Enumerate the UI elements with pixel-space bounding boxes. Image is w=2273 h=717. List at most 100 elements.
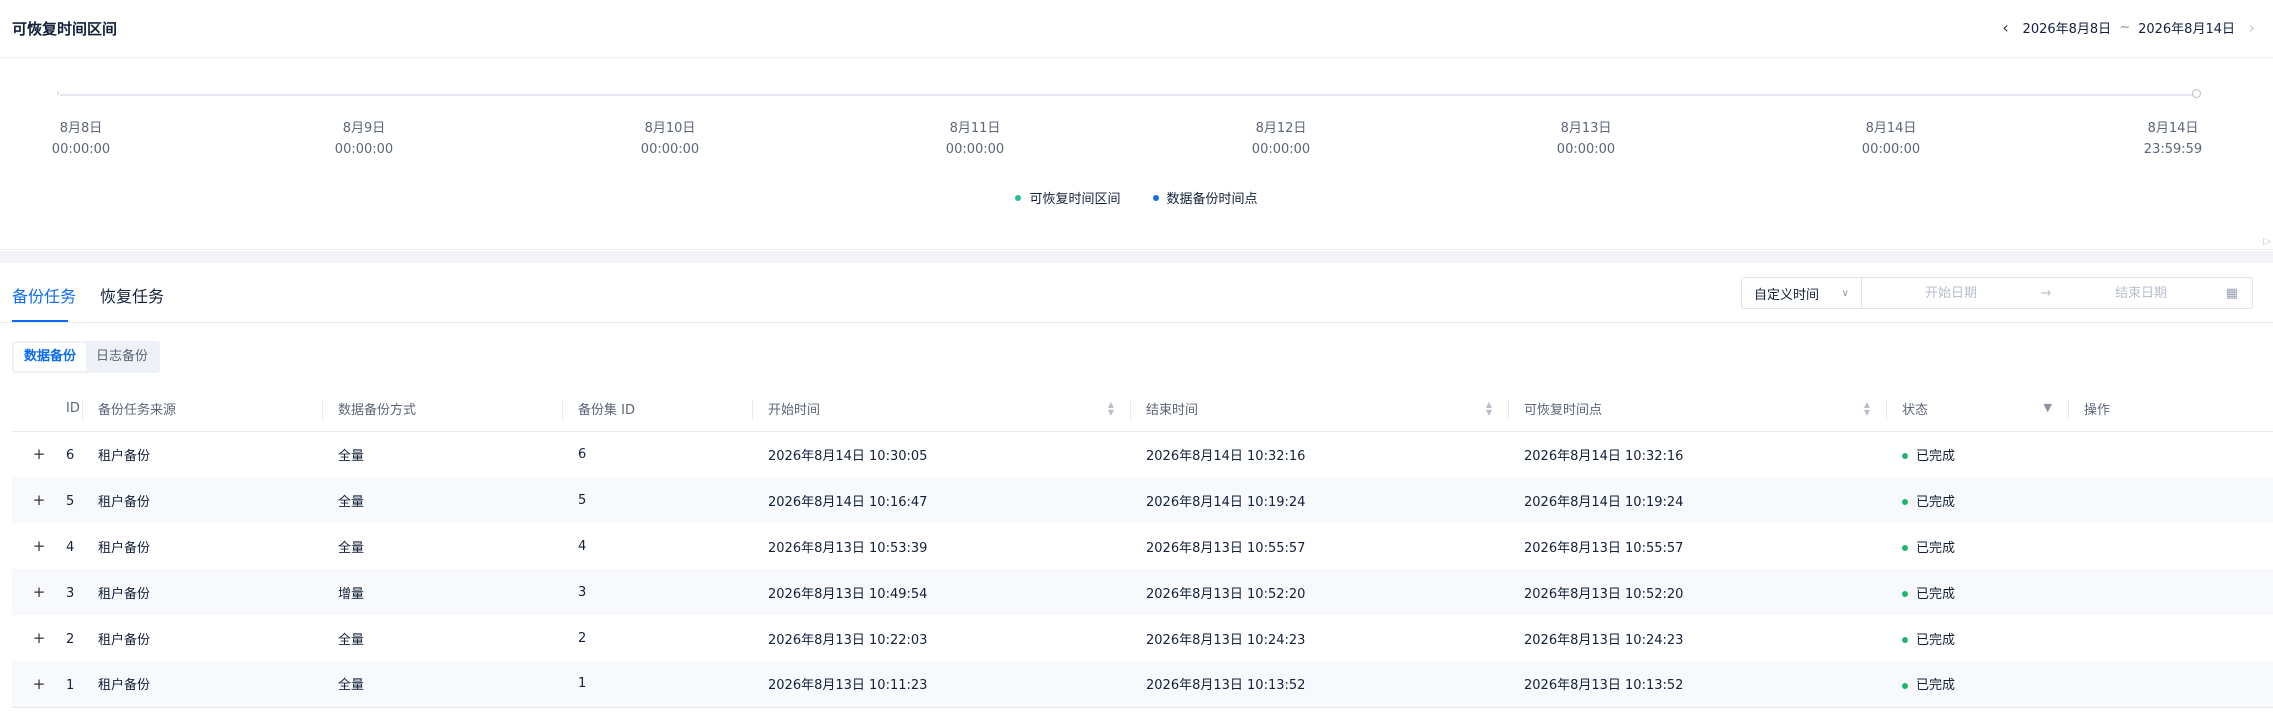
section-divider <box>0 251 2273 263</box>
cell-end: 2026年8月13日 10:52:20 <box>1130 569 1508 615</box>
expand-row-icon[interactable]: + <box>32 537 46 555</box>
cell-point: 2026年8月13日 10:52:20 <box>1508 569 1886 615</box>
table-row: +6 租户备份 全量 6 2026年8月14日 10:30:05 2026年8月14日 1… <box>12 431 2273 477</box>
status-dot-icon <box>1902 453 1908 460</box>
timeline-tick-label: 8月14日 23:59:59 <box>2113 118 2233 160</box>
chevron-down-icon: ∨ <box>1841 287 1849 299</box>
expand-row-icon[interactable]: + <box>32 629 46 647</box>
cell-source: 租户备份 <box>98 632 151 648</box>
cell-end: 2026年8月13日 10:55:57 <box>1146 540 1306 556</box>
status-dot-icon <box>1902 682 1908 689</box>
id-cell: +3 <box>12 569 82 615</box>
segment-log-backup[interactable]: 日志备份 <box>86 343 158 371</box>
column-header-start-time[interactable]: 开始时间 ▲ ▼ <box>752 387 1130 432</box>
column-header-recovery-point[interactable]: 可恢复时间点 ▲ ▼ <box>1508 387 1886 432</box>
tick-date: 8月8日 <box>59 121 103 136</box>
timeline-legend: 可恢复时间区间 数据备份时间点 <box>0 188 2273 207</box>
cell-end: 2026年8月14日 10:32:16 <box>1146 448 1306 464</box>
cell-set-id: 5 <box>562 477 752 523</box>
cell-point: 2026年8月13日 10:13:52 <box>1508 661 1886 708</box>
table-row: +3 租户备份 增量 3 2026年8月13日 10:49:54 2026年8月13日 1… <box>12 569 2273 615</box>
backup-type-segmented: 数据备份 日志备份 <box>12 341 161 373</box>
recoverable-range-panel: 可恢复时间区间 ‹ 2026年8月8日 ~ 2026年8月14日 › › 8月8… <box>0 0 2273 250</box>
column-header-actions: 操作 <box>2068 387 2273 432</box>
actions-cell <box>2068 615 2273 661</box>
timeline-axis <box>60 94 2198 96</box>
status-text: 已完成 <box>1916 632 1956 648</box>
cell-end: 2026年8月14日 10:19:24 <box>1130 477 1508 523</box>
cell-mode: 全量 <box>338 632 365 648</box>
cell-set-id: 1 <box>562 661 752 708</box>
cell-source: 租户备份 <box>98 448 151 464</box>
start-date-input[interactable] <box>1876 285 2026 301</box>
cell-set-id: 4 <box>578 538 587 554</box>
tick-time: 00:00:00 <box>640 142 700 157</box>
range-end-date: 2026年8月14日 <box>2138 22 2235 37</box>
segment-data-backup[interactable]: 数据备份 <box>14 343 87 371</box>
range-start-date: 2026年8月8日 <box>2022 22 2112 37</box>
status-cell: 已完成 <box>1886 477 2068 523</box>
cell-end: 2026年8月13日 10:13:52 <box>1130 661 1508 708</box>
status-dot-icon <box>1902 637 1908 643</box>
sort-icon[interactable]: ▲ ▼ <box>1108 401 1114 417</box>
date-range-picker[interactable]: → ▦ <box>1862 278 2252 308</box>
column-header-status[interactable]: 状态 ▼ <box>1886 387 2068 432</box>
timeline-tick-label: 8月14日 00:00:00 <box>1831 118 1951 160</box>
cell-point: 2026年8月14日 10:32:16 <box>1524 448 1684 464</box>
timeline-tick-label: 8月13日 00:00:00 <box>1526 118 1646 160</box>
timeline-end-marker-icon <box>2192 89 2201 98</box>
timeline-tick-label: 8月12日 00:00:00 <box>1221 118 1341 160</box>
expand-row-icon[interactable]: + <box>32 491 46 509</box>
table-row: +1 租户备份 全量 1 2026年8月13日 10:11:23 2026年8月13日 1… <box>12 661 2273 708</box>
range-navigator: ‹ 2026年8月8日 ~ 2026年8月14日 › <box>1995 18 2263 37</box>
tick-date: 8月14日 <box>2147 121 2199 136</box>
actions-cell <box>2068 477 2273 523</box>
status-cell: 已完成 <box>1886 615 2068 661</box>
id-cell: +2 <box>12 615 82 661</box>
tick-time: 00:00:00 <box>945 142 1005 157</box>
expand-row-icon[interactable]: + <box>32 445 46 463</box>
tick-date: 8月9日 <box>342 121 386 136</box>
status-text: 已完成 <box>1916 540 1956 556</box>
cell-source: 租户备份 <box>82 477 322 523</box>
sort-icon[interactable]: ▲ ▼ <box>1486 401 1492 417</box>
status-cell: 已完成 <box>1886 431 2068 477</box>
expand-row-icon[interactable]: + <box>32 675 46 693</box>
cell-source: 租户备份 <box>82 661 322 708</box>
status-cell: 已完成 <box>1886 661 2068 708</box>
tick-time: 23:59:59 <box>2143 142 2203 157</box>
sort-icon[interactable]: ▲ ▼ <box>1864 401 1870 417</box>
column-header-end-time[interactable]: 结束时间 ▲ ▼ <box>1130 387 1508 432</box>
chevron-right-icon[interactable]: › <box>2241 18 2263 37</box>
row-id: 2 <box>66 632 75 647</box>
cell-start: 2026年8月14日 10:16:47 <box>752 477 1130 523</box>
tick-time: 00:00:00 <box>1556 142 1616 157</box>
timeline-tick-label: 8月11日 00:00:00 <box>915 118 1035 160</box>
legend-label: 数据备份时间点 <box>1166 192 1258 207</box>
chevron-left-icon[interactable]: ‹ <box>1995 18 2017 37</box>
time-range-select[interactable]: 自定义时间 ∨ <box>1742 278 1862 308</box>
legend-label: 可恢复时间区间 <box>1029 192 1121 207</box>
scroll-indicator-icon: ▷ <box>2263 236 2271 247</box>
status-text: 已完成 <box>1916 586 1956 602</box>
cell-set-id: 2 <box>578 630 587 646</box>
expand-row-icon[interactable]: + <box>32 583 46 601</box>
timeline-start-marker-icon: › <box>56 88 60 99</box>
timeline-tick-label: 8月10日 00:00:00 <box>610 118 730 160</box>
time-range-select-value: 自定义时间 <box>1754 287 1820 303</box>
filter-funnel-icon[interactable]: ▼ <box>2044 401 2052 414</box>
tab-backup-tasks[interactable]: 备份任务 <box>12 283 76 307</box>
tick-time: 00:00:00 <box>1251 142 1311 157</box>
timeline-tick-label: 8月9日 00:00:00 <box>304 118 424 160</box>
cell-set-id: 3 <box>562 569 752 615</box>
end-date-input[interactable] <box>2066 285 2216 301</box>
table-row: +4 租户备份 全量 4 2026年8月13日 10:53:39 2026年8月13日 1… <box>12 523 2273 569</box>
tick-date: 8月10日 <box>644 121 696 136</box>
tab-restore-tasks[interactable]: 恢复任务 <box>100 283 164 307</box>
cell-source: 租户备份 <box>98 540 151 556</box>
table-row: +5 租户备份 全量 5 2026年8月14日 10:16:47 2026年8月14日 1… <box>12 477 2273 523</box>
panel-title: 可恢复时间区间 <box>12 20 118 38</box>
calendar-icon[interactable]: ▦ <box>2226 286 2238 301</box>
tick-time: 00:00:00 <box>334 142 394 157</box>
legend-dot-icon <box>1015 194 1022 201</box>
